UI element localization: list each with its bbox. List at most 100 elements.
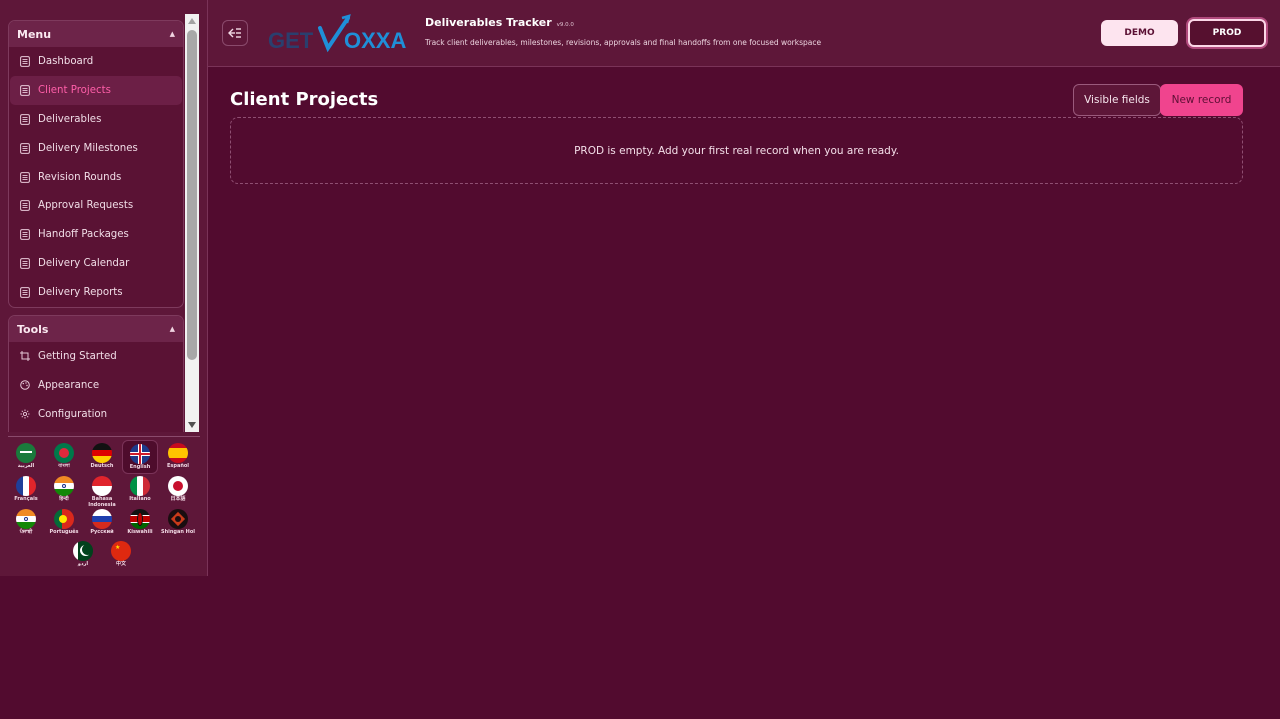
collapse-sidebar-icon [228, 28, 241, 38]
language-option[interactable]: বাংলা [46, 440, 82, 474]
language-option[interactable]: ★ 中文 [103, 538, 139, 572]
india-flag-icon [16, 509, 36, 529]
nav-item-label: Delivery Calendar [38, 258, 130, 270]
language-option[interactable]: العربية [8, 440, 44, 474]
scroll-down-icon[interactable] [188, 422, 196, 428]
language-label: Русский [90, 529, 114, 535]
app-subtitle: Track client deliverables, milestones, r… [425, 38, 822, 47]
india-flag-icon [54, 476, 74, 496]
sidebar-item-client-projects[interactable]: Client Projects [10, 75, 182, 105]
sidebar-tool-appearance[interactable]: Appearance [10, 371, 182, 400]
getvoxxa-logo: GET OXXA [268, 14, 410, 54]
language-option[interactable]: Italiano [122, 473, 158, 507]
language-option[interactable]: ਪੰਜਾਬੀ [8, 506, 44, 540]
sidebar-item-handoff-packages[interactable]: Handoff Packages [10, 220, 182, 249]
language-option[interactable]: Deutsch [84, 440, 120, 474]
sidebar-tool-getting-started[interactable]: Getting Started [10, 342, 182, 371]
language-option[interactable]: English [122, 440, 158, 474]
menu-section-header[interactable]: Menu ▲ [9, 21, 183, 47]
language-option[interactable]: 日本語 [160, 473, 196, 507]
language-label: English [129, 464, 151, 470]
nav-item-label: Revision Rounds [38, 171, 122, 183]
language-label: 中文 [115, 561, 126, 567]
language-option[interactable]: Kiswahili [122, 506, 158, 540]
visible-fields-button[interactable]: Visible fields [1073, 84, 1161, 116]
nav-item-label: Delivery Milestones [38, 142, 138, 154]
china-flag-icon: ★ [111, 541, 131, 561]
language-label: Italiano [129, 496, 151, 502]
scrollbar-thumb[interactable] [187, 30, 197, 360]
france-flag-icon [16, 476, 36, 496]
menu-section-title: Menu [17, 27, 52, 41]
language-label: বাংলা [58, 463, 70, 469]
chevron-up-icon: ▲ [169, 30, 175, 38]
sidebar-item-approval-requests[interactable]: Approval Requests [10, 191, 182, 220]
saudi-flag-icon [16, 443, 36, 463]
page-title: Client Projects [230, 89, 379, 110]
nav-item-label: Appearance [38, 379, 100, 391]
list-icon [19, 200, 30, 212]
language-option[interactable]: Shingan Hol [160, 506, 196, 540]
nav-item-label: Dashboard [38, 55, 94, 67]
portugal-flag-icon [54, 509, 74, 529]
scroll-up-icon[interactable] [188, 18, 196, 24]
shingan-flag-icon [168, 509, 188, 529]
list-icon [19, 258, 30, 270]
language-option[interactable]: Русский [84, 506, 120, 540]
italy-flag-icon [130, 476, 150, 496]
collapse-sidebar-button[interactable] [222, 20, 248, 46]
list-icon [19, 84, 30, 96]
sidebar: Menu ▲ Dashboard Client Projects Deliverab… [0, 0, 208, 576]
crop-icon [19, 351, 30, 362]
nav-item-label: Deliverables [38, 113, 102, 125]
pakistan-flag-icon [73, 541, 93, 561]
palette-icon [19, 380, 30, 391]
prod-env-button[interactable]: PROD [1188, 19, 1266, 47]
language-label: Português [49, 529, 79, 535]
language-option[interactable]: Español [160, 440, 196, 474]
app-title-text: Deliverables Tracker [425, 16, 552, 29]
demo-env-button[interactable]: DEMO [1101, 20, 1178, 46]
language-label: Shingan Hol [160, 529, 196, 535]
empty-state: PROD is empty. Add your first real recor… [230, 117, 1243, 184]
sidebar-scrollbar[interactable] [185, 14, 199, 432]
sidebar-item-revision-rounds[interactable]: Revision Rounds [10, 163, 182, 192]
menu-items: Dashboard Client Projects Deliverables Deli… [9, 47, 183, 307]
japan-flag-icon [168, 476, 188, 496]
sidebar-item-deliverables[interactable]: Deliverables [10, 105, 182, 134]
tools-section: Tools ▲ Getting Started Appearance Configu… [8, 315, 184, 432]
language-option[interactable]: Português [46, 506, 82, 540]
language-option[interactable]: हिन्दी [46, 473, 82, 507]
nav-item-label: Handoff Packages [38, 229, 129, 241]
language-label: हिन्दी [59, 496, 69, 502]
sidebar-item-delivery-milestones[interactable]: Delivery Milestones [10, 134, 182, 163]
logo-text-right: OXXA [344, 28, 406, 53]
list-icon [19, 113, 30, 125]
sidebar-item-delivery-reports[interactable]: Delivery Reports [10, 278, 182, 307]
sidebar-item-delivery-calendar[interactable]: Delivery Calendar [10, 249, 182, 278]
language-label: 日本語 [170, 496, 186, 502]
sidebar-item-dashboard[interactable]: Dashboard [10, 47, 182, 76]
nav-item-label: Approval Requests [38, 200, 134, 212]
language-option[interactable]: اردو [65, 538, 101, 572]
nav-item-label: Configuration [38, 408, 108, 420]
list-icon [19, 56, 30, 67]
nav-item-label: Getting Started [38, 350, 117, 362]
language-label: العربية [17, 463, 35, 469]
list-icon [19, 142, 30, 154]
language-label: Kiswahili [127, 529, 153, 535]
tools-section-header[interactable]: Tools ▲ [9, 316, 183, 342]
new-record-button[interactable]: New record [1160, 84, 1243, 116]
list-icon [19, 287, 30, 298]
sidebar-tool-configuration[interactable]: Configuration [10, 400, 182, 429]
language-label: Français [14, 496, 38, 502]
language-option[interactable]: Bahasa Indonesia [84, 473, 120, 507]
nav-item-label: Delivery Reports [38, 287, 123, 299]
logo-text-left: GET [268, 28, 314, 53]
top-header: GET OXXA Deliverables Tracker v9.0.0 Trac… [208, 0, 1280, 67]
app-title: Deliverables Tracker v9.0.0 [425, 16, 574, 29]
language-option[interactable]: Français [8, 473, 44, 507]
tools-section-title: Tools [17, 322, 49, 336]
language-label: Deutsch [90, 463, 114, 469]
menu-section: Menu ▲ Dashboard Client Projects Deliverab… [8, 20, 184, 309]
